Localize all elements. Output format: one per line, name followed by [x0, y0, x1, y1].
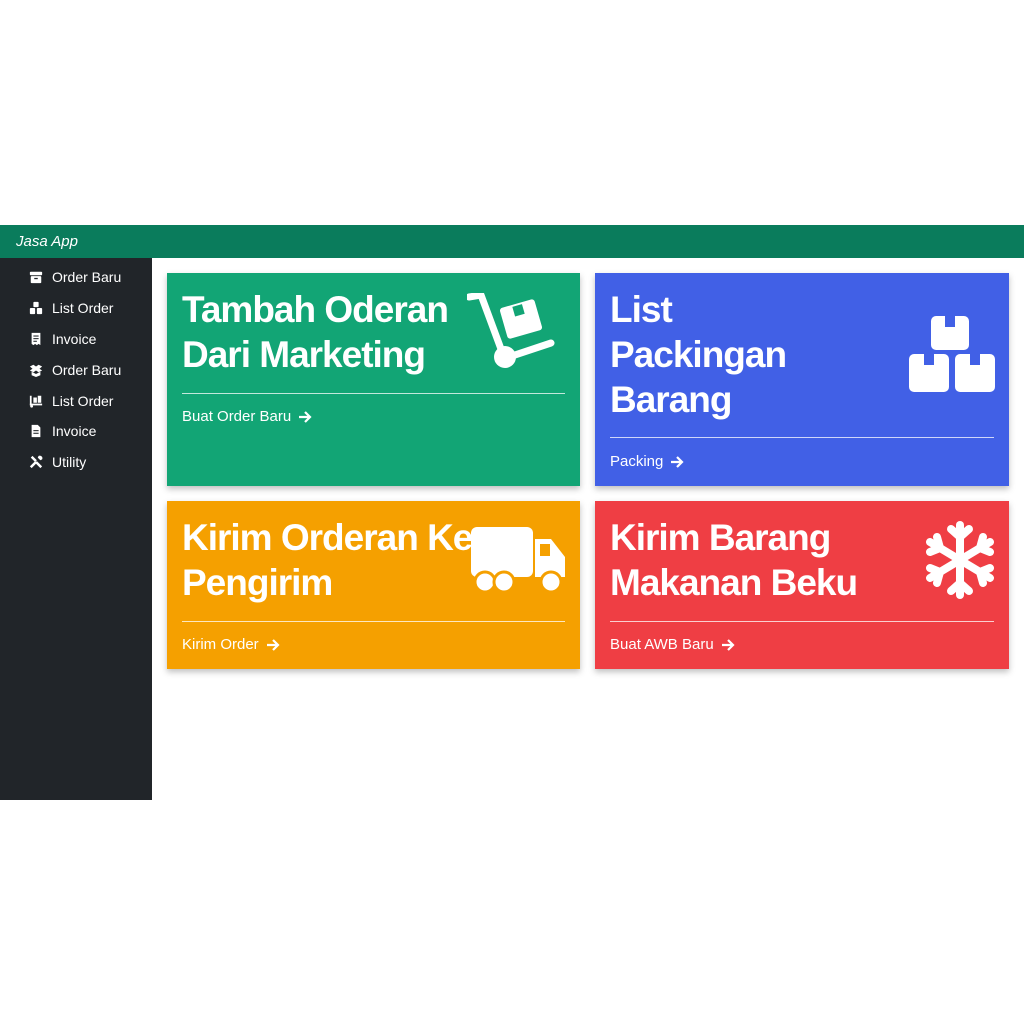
sidebar-item-invoice[interactable]: Invoice [0, 324, 152, 355]
sidebar-item-order-baru[interactable]: Order Baru [0, 262, 152, 293]
buat-awb-baru-link[interactable]: Buat AWB Baru [610, 636, 735, 653]
sidebar-item-order-baru-2[interactable]: Order Baru [0, 354, 152, 385]
boxes-icon [28, 300, 44, 316]
packing-link[interactable]: Packing [610, 453, 684, 470]
sidebar-item-label: Order Baru [52, 361, 122, 378]
arrow-right-icon [721, 638, 735, 652]
boxes-icon [909, 316, 995, 392]
dolly-icon [28, 393, 44, 409]
app-shell: Jasa App Order Baru List Order Invoice O… [0, 225, 1024, 800]
kirim-order-link[interactable]: Kirim Order [182, 636, 280, 653]
sidebar-item-label: Utility [52, 454, 87, 471]
card-divider [182, 621, 565, 622]
sidebar-item-label: Invoice [52, 423, 97, 440]
buat-order-baru-link[interactable]: Buat Order Baru [182, 408, 312, 425]
sidebar-item-label: List Order [52, 300, 114, 317]
brand-link[interactable]: Jasa App [0, 233, 78, 250]
card-title: Tambah Oderan Dari Marketing [182, 289, 449, 375]
file-invoice-icon [28, 423, 44, 439]
card-tambah-oderan: Tambah Oderan Dari Marketing Buat Order … [167, 273, 580, 486]
box-icon [28, 269, 44, 285]
card-title: Kirim Barang Makanan Beku [610, 517, 858, 603]
top-navbar: Jasa App [0, 225, 1024, 258]
card-divider [182, 393, 565, 394]
tools-icon [28, 454, 44, 470]
sidebar-item-invoice-2[interactable]: Invoice [0, 416, 152, 447]
sidebar-item-list-order-2[interactable]: List Order [0, 385, 152, 416]
truck-icon [471, 527, 567, 595]
card-kirim-orderan: Kirim Orderan Ke Pengirim Kirim Order [167, 501, 580, 669]
sidebar-item-label: Invoice [52, 330, 97, 347]
arrow-right-icon [670, 455, 684, 469]
arrow-right-icon [298, 410, 312, 424]
card-title: List Packingan Barang [610, 289, 787, 420]
card-kirim-barang: Kirim Barang Makanan Beku Buat AWB Baru [595, 501, 1009, 669]
sidebar-item-label: Order Baru [52, 269, 122, 286]
card-divider [610, 437, 994, 438]
box-open-icon [28, 362, 44, 378]
card-list-packingan: List Packingan Barang Packing [595, 273, 1009, 486]
snowflake-icon [925, 521, 995, 599]
sidebar-item-label: List Order [52, 392, 114, 409]
sidebar: Order Baru List Order Invoice Order Baru… [0, 258, 152, 800]
arrow-right-icon [266, 638, 280, 652]
sidebar-item-utility[interactable]: Utility [0, 447, 152, 478]
receipt-icon [28, 331, 44, 347]
dolly-icon [465, 291, 555, 373]
card-divider [610, 621, 994, 622]
card-title: Kirim Orderan Ke Pengirim [182, 517, 473, 603]
sidebar-item-list-order[interactable]: List Order [0, 293, 152, 324]
